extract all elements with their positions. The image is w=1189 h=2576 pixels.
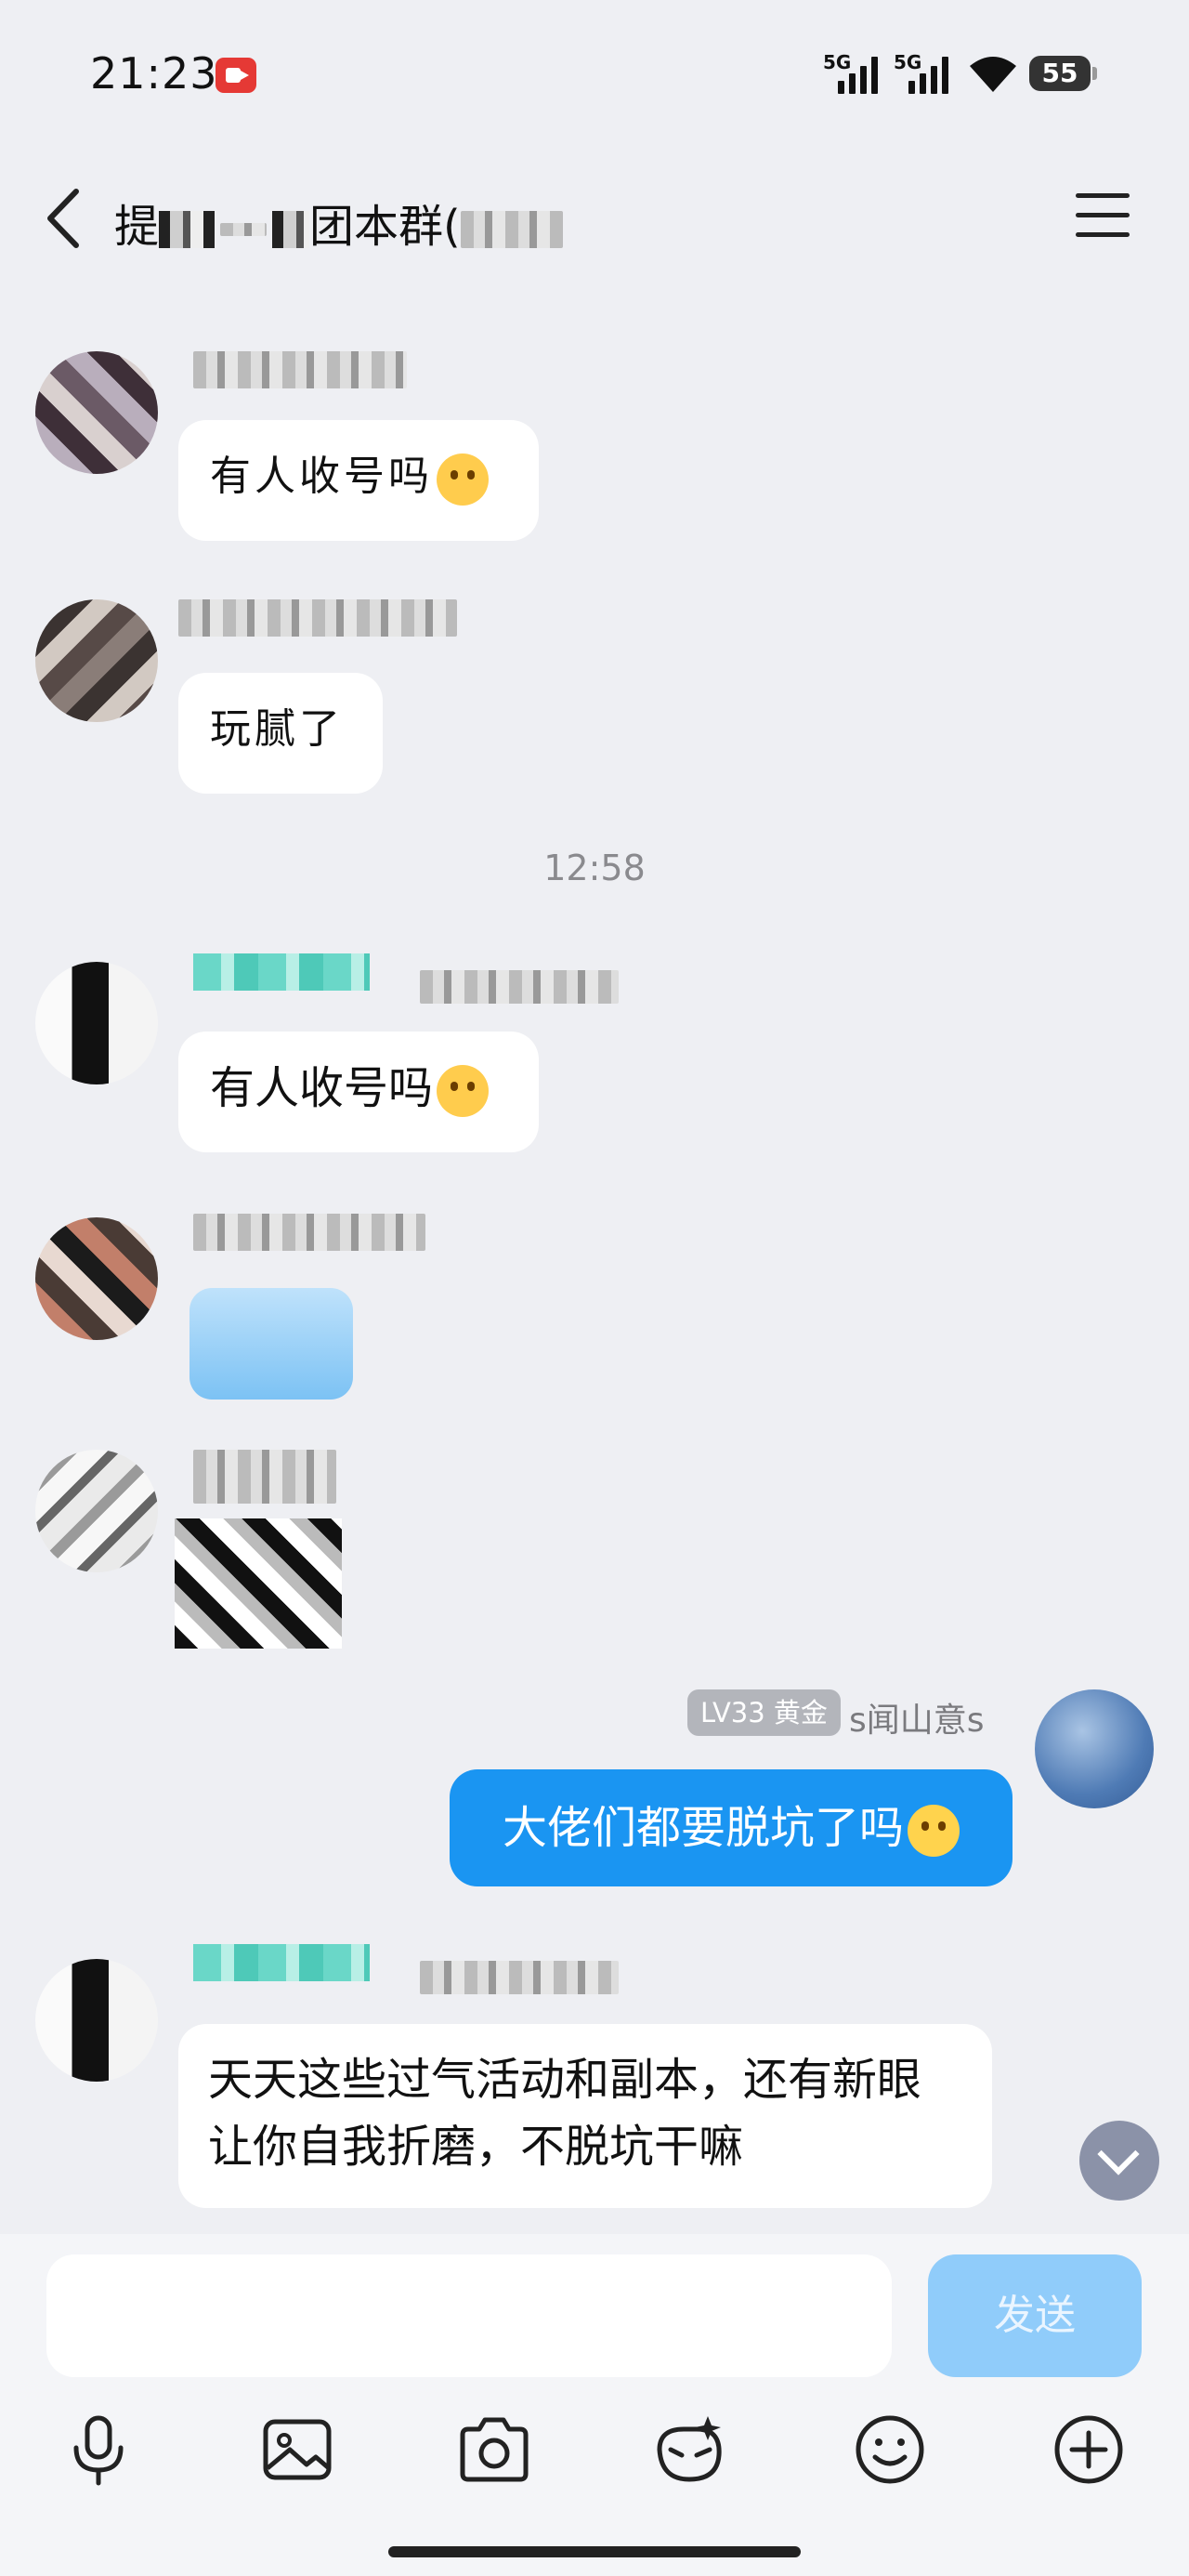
- emoji-icon: [437, 1065, 490, 1117]
- sender-name: [193, 1450, 336, 1504]
- sticker-image[interactable]: [175, 1518, 342, 1649]
- emoji-icon[interactable]: [853, 2412, 927, 2487]
- my-avatar[interactable]: [1035, 1689, 1154, 1808]
- plus-icon[interactable]: [1052, 2412, 1126, 2487]
- avatar[interactable]: [35, 599, 158, 722]
- signal-icon: 5G: [894, 51, 959, 94]
- message-bubble[interactable]: 有人收号吗: [178, 1032, 539, 1152]
- battery-icon: 55: [1029, 56, 1097, 91]
- my-name: s闻山意s: [849, 1702, 985, 1740]
- image-icon[interactable]: [260, 2412, 334, 2487]
- avatar[interactable]: [35, 1217, 158, 1340]
- avatar[interactable]: [35, 351, 158, 474]
- emoji-icon: [437, 453, 489, 506]
- avatar[interactable]: [35, 1450, 158, 1572]
- signal-icon: 5G: [823, 51, 888, 94]
- microphone-icon[interactable]: [61, 2412, 136, 2487]
- message-bubble[interactable]: 玩腻了: [178, 673, 383, 794]
- message-input[interactable]: [46, 2254, 892, 2377]
- sender-name: [193, 1214, 425, 1251]
- group-title[interactable]: 提 团本群(: [114, 190, 563, 255]
- blurred-text: [272, 211, 310, 248]
- network-type: 5G: [823, 51, 852, 73]
- message-bubble[interactable]: 天天这些过气活动和副本，还有新眼让你自我折磨，不脱坑干嘛: [178, 2024, 992, 2208]
- title-text: 提: [114, 201, 160, 253]
- message-text: 大佬们都要脱坑了吗: [502, 1802, 904, 1854]
- sender-name: [178, 599, 457, 637]
- sender-title: [420, 970, 619, 1004]
- chat-header: 提 团本群(: [0, 149, 1189, 279]
- back-arrow-icon[interactable]: [45, 188, 82, 249]
- blurred-text: [220, 223, 268, 236]
- status-bar: 21:23 5G 5G 55: [0, 0, 1189, 149]
- message-text: 玩腻了: [210, 705, 344, 753]
- avatar[interactable]: [35, 962, 158, 1084]
- sender-title: [420, 1961, 619, 1994]
- magic-face-icon[interactable]: [652, 2412, 726, 2487]
- network-type: 5G: [894, 51, 922, 73]
- send-button[interactable]: 发送: [928, 2254, 1142, 2377]
- avatar[interactable]: [35, 1959, 158, 2082]
- screen-record-icon: [216, 58, 256, 93]
- level-badge: LV33 黄金: [687, 1689, 841, 1736]
- time-separator: 12:58: [543, 848, 646, 888]
- blurred-text: [159, 211, 216, 248]
- message-text: 有人收号吗: [210, 1062, 434, 1114]
- message-text: 天天这些过气活动和副本，还有新眼让你自我折磨，不脱坑干嘛: [208, 2054, 922, 2173]
- clock: 21:23: [90, 48, 218, 99]
- input-bar: 发送: [0, 2234, 1189, 2576]
- astonished-emoji-icon: [908, 1805, 960, 1857]
- sender-name: [193, 953, 370, 991]
- menu-icon[interactable]: [1076, 193, 1130, 252]
- home-indicator[interactable]: [388, 2546, 801, 2557]
- sender-name: [193, 351, 407, 388]
- sticker-image[interactable]: [189, 1288, 353, 1400]
- sender-name: [193, 1944, 370, 1981]
- camera-icon[interactable]: [457, 2412, 531, 2487]
- message-bubble[interactable]: 有人收号吗: [178, 420, 539, 541]
- title-text: 团本群(: [309, 201, 461, 253]
- my-message-bubble[interactable]: 大佬们都要脱坑了吗: [450, 1769, 1013, 1886]
- message-text: 有人收号吗: [210, 453, 433, 500]
- wifi-icon: [970, 57, 1016, 92]
- scroll-down-button[interactable]: [1079, 2121, 1159, 2201]
- blurred-text: [460, 211, 563, 248]
